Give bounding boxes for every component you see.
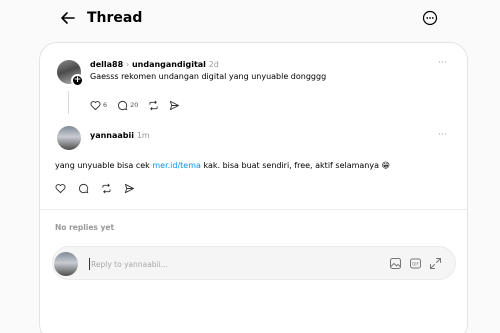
reply-to-username[interactable]: undangandigital (132, 60, 206, 69)
expand-icon[interactable] (429, 257, 442, 270)
reply-link[interactable]: mer.id/tema (152, 161, 201, 170)
follow-plus-icon[interactable]: + (71, 74, 84, 87)
reply-text-end: kak. bisa buat sendiri, free, aktif sela… (200, 161, 382, 170)
gif-icon[interactable]: GIF (409, 257, 422, 270)
like-count: 6 (103, 101, 108, 109)
page-title: Thread (87, 10, 143, 26)
post-text: Gaesss rekomen undangan digital yang uny… (90, 72, 327, 81)
avatar (54, 252, 78, 276)
more-circle-icon[interactable] (422, 10, 438, 26)
reply-separator: › (125, 60, 130, 69)
reply-header: yannaabii 1m (90, 131, 150, 141)
repost-icon (102, 183, 111, 193)
send-icon (124, 183, 135, 193)
author-username[interactable]: della88 (90, 60, 123, 69)
top-bar: Thread (0, 0, 500, 40)
like-button[interactable] (55, 183, 66, 194)
repost-button[interactable] (148, 100, 159, 111)
svg-text:GIF: GIF (412, 262, 419, 267)
post-header: della88 › undangandigital 2d (90, 60, 219, 70)
reply-time: 1m (136, 131, 150, 140)
thread-connector-line (68, 91, 69, 114)
heart-icon (90, 100, 101, 110)
grin-emoji: 😁 (381, 161, 390, 170)
share-button[interactable] (169, 100, 180, 111)
reply-text-start: yang unyuable bisa cek (55, 161, 153, 170)
comment-count: 20 (130, 101, 139, 109)
avatar[interactable] (57, 126, 81, 150)
share-button[interactable] (124, 183, 135, 194)
reply-more-icon[interactable]: ··· (438, 130, 447, 140)
no-replies-label: No replies yet (55, 223, 115, 232)
comment-button[interactable]: 20 (117, 100, 138, 111)
arrow-left-icon[interactable] (59, 9, 77, 27)
image-icon[interactable] (389, 257, 402, 270)
reply-actions (55, 181, 145, 195)
reply-author-username[interactable]: yannaabii (90, 131, 134, 140)
post-more-icon[interactable]: ··· (438, 58, 447, 68)
section-divider (40, 209, 467, 210)
thread-card: + della88 › undangandigital 2d ··· Gaess… (39, 42, 468, 333)
repost-icon (149, 100, 159, 110)
post-time: 2d (208, 60, 219, 69)
heart-icon (55, 183, 66, 193)
reply-text: yang unyuable bisa cek mer.id/tema kak. … (55, 161, 390, 171)
post-actions: 6 20 (90, 98, 190, 112)
send-icon (170, 100, 180, 110)
repost-button[interactable] (101, 183, 112, 194)
comment-button[interactable] (78, 183, 89, 194)
reply-input[interactable] (89, 258, 349, 270)
comment-icon (118, 100, 128, 110)
comment-icon (78, 183, 89, 193)
like-button[interactable]: 6 (90, 100, 107, 111)
